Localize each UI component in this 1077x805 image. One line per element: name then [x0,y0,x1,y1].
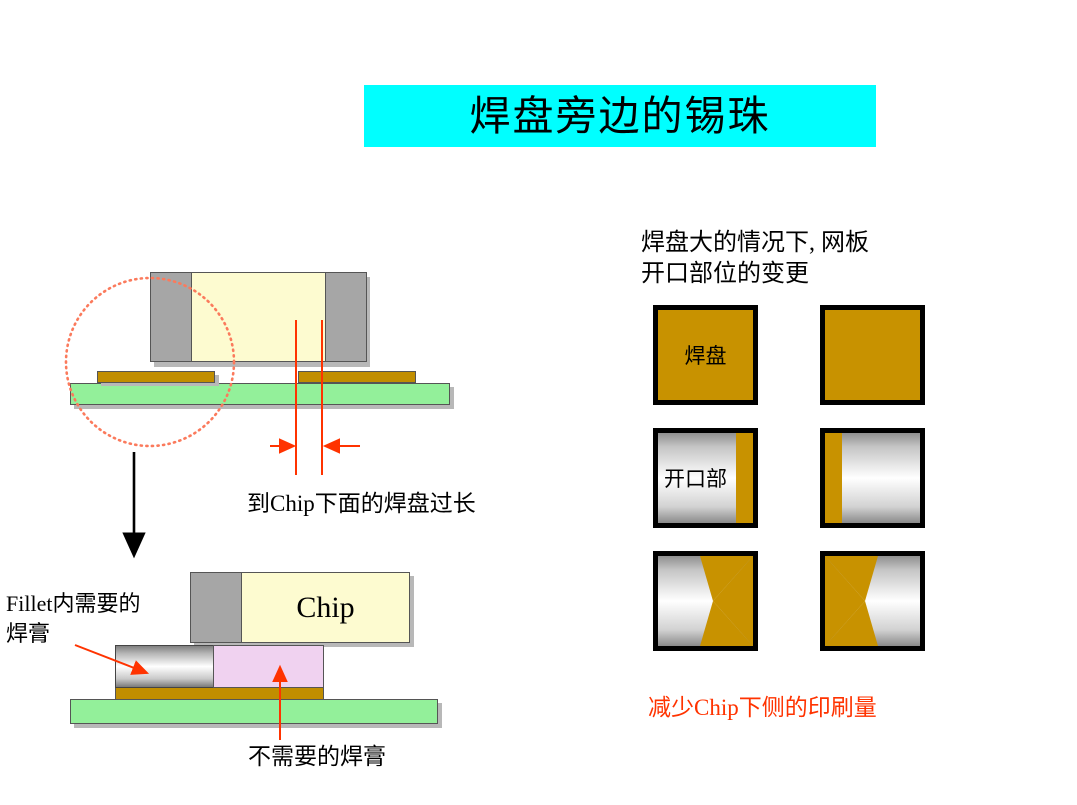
chip-label: Chip [296,590,355,624]
bottom-chip-cap [190,572,242,643]
page-title: 焊盘旁边的锡珠 [469,92,771,139]
slide-canvas: 焊盘旁边的锡珠 到Chip下面的焊盘过长 Chip Fillet内需要的 焊膏 … [0,0,1077,805]
notch-shape-left [825,556,878,646]
top-chip-cap-right [325,272,367,362]
square-aperture-strip-left: 开口部 [653,428,758,528]
top-pcb [70,383,450,405]
top-chip-cap-left [150,272,192,362]
unwanted-paste-note: 不需要的焊膏 [248,744,386,769]
top-chip-core [191,272,326,362]
square-aperture-notch-right [820,551,925,651]
square-label-aperture: 开口部 [664,467,727,491]
slide-title-banner: 焊盘旁边的锡珠 [364,85,876,147]
solder-fillet [115,645,214,688]
right-heading-line2: 开口部位的变更 [641,261,809,287]
fillet-note-line2: 焊膏 [6,621,51,646]
fillet-note-line1: Fillet内需要的 [6,591,141,616]
square-aperture-notch-left [653,551,758,651]
top-pad-left [97,371,215,383]
right-conclusion: 减少Chip下侧的印刷量 [648,695,877,720]
square-label-pad: 焊盘 [684,344,727,368]
square-pad-full-left: 焊盘 [653,305,758,405]
pad-fill [825,310,920,400]
top-diagram-caption: 到Chip下面的焊盘过长 [247,491,476,516]
bottom-pad [115,687,324,700]
bottom-pcb [70,699,438,724]
pad-exposed-strip [825,433,842,523]
right-heading-line1: 焊盘大的情况下, 网板 [641,230,869,256]
notch-shape-right [700,556,753,646]
unwanted-solder-paste [213,645,324,688]
square-aperture-strip-right [820,428,925,528]
square-pad-full-right [820,305,925,405]
top-pad-right [298,371,416,383]
bottom-chip-core: Chip [241,572,410,643]
